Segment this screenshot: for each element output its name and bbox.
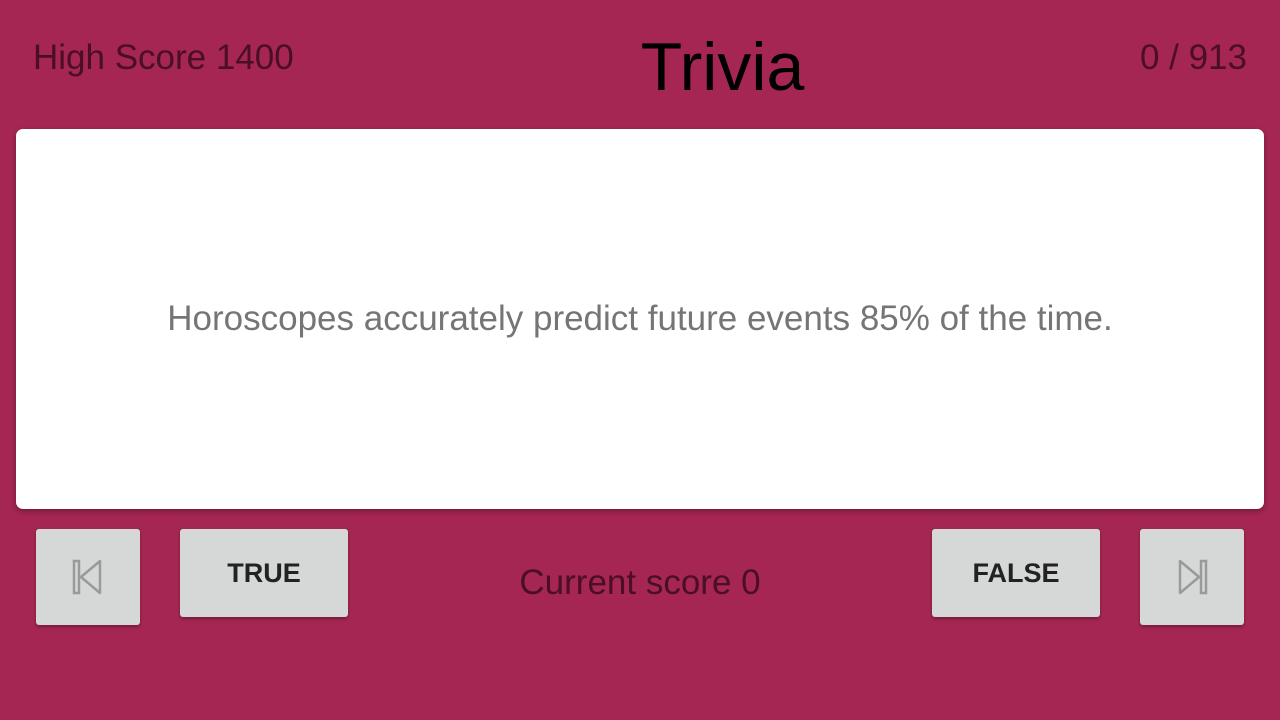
- false-button[interactable]: FALSE: [932, 529, 1100, 617]
- false-button-label: FALSE: [972, 557, 1060, 588]
- question-card: Horoscopes accurately predict future eve…: [16, 129, 1264, 509]
- page-title: Trivia: [640, 29, 805, 105]
- skip-next-icon: [1175, 558, 1209, 596]
- question-text: Horoscopes accurately predict future eve…: [167, 299, 1113, 338]
- next-question-button[interactable]: [1140, 529, 1244, 625]
- question-progress: 0 / 913: [1139, 38, 1247, 77]
- trivia-screen: High Score 1400 Trivia 0 / 913 Horoscope…: [0, 0, 1280, 720]
